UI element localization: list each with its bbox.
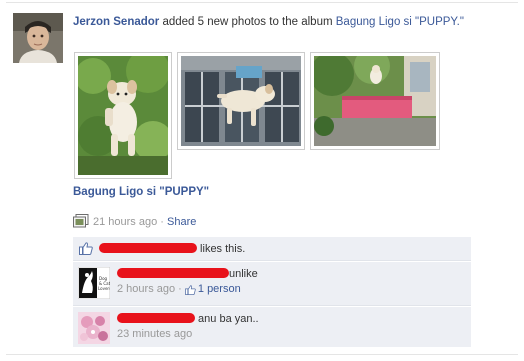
comment-timestamp[interactable]: 2 hours ago: [117, 283, 175, 295]
photo-image-1: [78, 56, 168, 175]
bottom-divider: [6, 354, 518, 355]
comment-timestamp[interactable]: 23 minutes ago: [117, 327, 259, 342]
meta-separator: ·: [157, 216, 167, 228]
like-thumb-icon: [79, 240, 93, 264]
comment-like-thumb-icon: [185, 285, 196, 300]
actor-name-link[interactable]: Jerzon Senador: [73, 16, 159, 28]
likes-text: likes this.: [197, 243, 246, 255]
comment-meta: 2 hours ago · 1 person: [117, 282, 258, 300]
comment-meta-separator: ·: [175, 283, 185, 295]
album-icon: [73, 214, 89, 232]
profile-avatar[interactable]: [13, 13, 63, 63]
comment-item: anu ba yan.. 23 minutes ago: [73, 307, 471, 347]
comment-text: unlike: [229, 268, 258, 280]
svg-text:Lovers: Lovers: [98, 286, 110, 291]
redacted-name: [99, 243, 197, 253]
top-divider: [6, 2, 518, 3]
comment-item: Dog & Cat Lovers unlike 2 hours ago · 1 …: [73, 262, 471, 306]
redacted-commenter-name: [117, 268, 229, 278]
likes-row: likes this.: [73, 237, 471, 261]
story-action-text: added 5 new photos to the album: [159, 16, 336, 28]
photo-thumbnail-3[interactable]: [310, 52, 440, 150]
redacted-commenter-name: [117, 313, 195, 323]
album-link[interactable]: Bagung Ligo si "PUPPY": [73, 186, 209, 198]
story-meta: 21 hours ago · Share: [73, 214, 196, 228]
share-link[interactable]: Share: [167, 216, 196, 228]
comment-body: anu ba yan.. 23 minutes ago: [117, 312, 259, 342]
album-title-link[interactable]: Bagung Ligo si "PUPPY.": [336, 16, 464, 28]
commenter-avatar[interactable]: [78, 312, 110, 344]
comment-text: anu ba yan..: [195, 313, 259, 325]
comment-like-count[interactable]: 1 person: [198, 283, 241, 295]
photo-thumbnail-2[interactable]: [177, 52, 305, 150]
photo-image-3: [314, 56, 436, 146]
comment-body: unlike 2 hours ago · 1 person: [117, 267, 258, 300]
commenter-avatar[interactable]: Dog & Cat Lovers: [78, 267, 110, 299]
photo-image-2: [181, 56, 301, 146]
photo-thumbnail-1[interactable]: [74, 52, 172, 179]
story-timestamp[interactable]: 21 hours ago: [93, 216, 157, 228]
story-headline: Jerzon Senador added 5 new photos to the…: [73, 15, 493, 30]
